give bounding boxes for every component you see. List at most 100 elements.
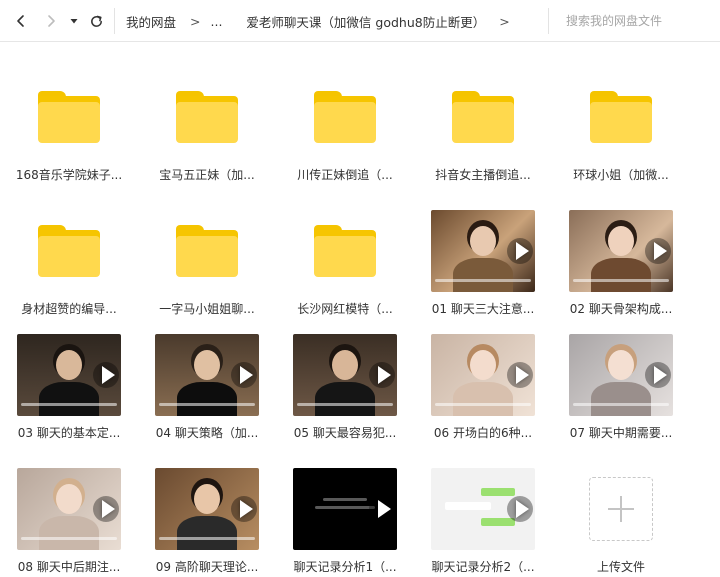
folder-thumbnail — [138, 64, 276, 170]
item-label: 上传文件 — [596, 560, 645, 574]
folder-item[interactable]: 一字马小姐姐聊... — [138, 198, 276, 328]
video-thumbnail-wrap — [138, 322, 276, 428]
video-thumbnail — [569, 334, 673, 416]
folder-item[interactable]: 长沙网红模特（... — [276, 198, 414, 328]
play-icon — [516, 500, 529, 518]
item-label: 01 聊天三大注意... — [431, 302, 535, 316]
folder-item[interactable]: 身材超赞的编导... — [0, 198, 138, 328]
play-icon — [240, 500, 253, 518]
item-label: 长沙网红模特（... — [297, 302, 393, 316]
video-file-item[interactable]: 06 开场白的6种... — [414, 322, 552, 452]
breadcrumb-ellipsis[interactable]: ... — [211, 14, 223, 29]
item-label: 05 聊天最容易犯... — [293, 426, 397, 440]
video-file-item[interactable]: 07 聊天中期需要... — [552, 322, 690, 452]
play-icon — [102, 500, 115, 518]
item-label: 03 聊天的基本定... — [17, 426, 121, 440]
video-thumbnail — [431, 468, 535, 550]
upload-box — [589, 477, 653, 541]
play-icon — [240, 366, 253, 384]
video-thumbnail-wrap — [552, 322, 690, 428]
folder-icon — [590, 91, 652, 143]
item-label: 168音乐学院妹子... — [15, 168, 123, 182]
video-thumbnail-wrap — [414, 322, 552, 428]
item-label: 川传正妹倒追（... — [297, 168, 393, 182]
toolbar: 我的网盘 > ... 爱老师聊天课（加微信 godhu8防止断更） > — [0, 0, 720, 42]
breadcrumb-current-folder[interactable]: 爱老师聊天课（加微信 godhu8防止断更） — [246, 12, 485, 31]
back-button[interactable] — [9, 9, 33, 33]
folder-thumbnail — [0, 64, 138, 170]
video-file-item[interactable]: 01 聊天三大注意... — [414, 198, 552, 328]
item-label: 09 高阶聊天理论... — [155, 560, 259, 574]
folder-item[interactable]: 宝马五正妹（加... — [138, 64, 276, 194]
folder-item[interactable]: 抖音女主播倒追... — [414, 64, 552, 194]
video-thumbnail — [431, 210, 535, 292]
breadcrumb: 我的网盘 > ... 爱老师聊天课（加微信 godhu8防止断更） > — [126, 0, 510, 42]
play-icon — [378, 366, 391, 384]
history-dropdown-button[interactable] — [65, 9, 83, 33]
upload-file-button[interactable]: 上传文件 — [552, 456, 690, 577]
video-thumbnail — [17, 468, 121, 550]
folder-icon — [38, 225, 100, 277]
chevron-right-icon — [48, 15, 55, 27]
folder-thumbnail — [138, 198, 276, 304]
video-file-item[interactable]: 05 聊天最容易犯... — [276, 322, 414, 452]
item-label: 身材超赞的编导... — [21, 302, 117, 316]
video-thumbnail-wrap — [276, 456, 414, 562]
play-icon — [516, 366, 529, 384]
folder-item[interactable]: 环球小姐（加微... — [552, 64, 690, 194]
video-thumbnail-wrap — [414, 198, 552, 304]
folder-icon — [176, 91, 238, 143]
item-label: 04 聊天策略（加... — [155, 426, 259, 440]
play-icon — [378, 500, 391, 518]
chevron-left-icon — [17, 15, 24, 27]
breadcrumb-root[interactable]: 我的网盘 — [126, 12, 176, 31]
item-label: 抖音女主播倒追... — [435, 168, 531, 182]
caret-down-icon — [70, 19, 78, 24]
video-file-item[interactable]: 聊天记录分析1（... — [276, 456, 414, 577]
video-file-item[interactable]: 04 聊天策略（加... — [138, 322, 276, 452]
folder-thumbnail — [0, 198, 138, 304]
toolbar-divider — [114, 8, 115, 34]
video-thumbnail-wrap — [552, 198, 690, 304]
breadcrumb-separator: > — [499, 13, 510, 29]
folder-thumbnail — [414, 64, 552, 170]
folder-icon — [314, 225, 376, 277]
video-file-item[interactable]: 09 高阶聊天理论... — [138, 456, 276, 577]
video-file-item[interactable]: 聊天记录分析2（... — [414, 456, 552, 577]
item-label: 08 聊天中后期注... — [17, 560, 121, 574]
video-thumbnail — [155, 334, 259, 416]
folder-thumbnail — [276, 198, 414, 304]
folder-icon — [314, 91, 376, 143]
folder-icon — [38, 91, 100, 143]
video-file-item[interactable]: 08 聊天中后期注... — [0, 456, 138, 577]
item-label: 02 聊天骨架构成... — [569, 302, 673, 316]
folder-icon — [176, 225, 238, 277]
video-thumbnail — [155, 468, 259, 550]
folder-icon — [452, 91, 514, 143]
video-thumbnail — [293, 334, 397, 416]
folder-thumbnail — [276, 64, 414, 170]
video-file-item[interactable]: 02 聊天骨架构成... — [552, 198, 690, 328]
video-thumbnail-wrap — [0, 322, 138, 428]
folder-item[interactable]: 168音乐学院妹子... — [0, 64, 138, 194]
video-thumbnail — [569, 210, 673, 292]
video-thumbnail-wrap — [276, 322, 414, 428]
play-icon — [654, 366, 667, 384]
search-input[interactable] — [556, 7, 714, 35]
video-thumbnail-wrap — [0, 456, 138, 562]
video-thumbnail-wrap — [138, 456, 276, 562]
refresh-button[interactable] — [84, 9, 108, 33]
video-thumbnail — [431, 334, 535, 416]
item-label: 聊天记录分析2（... — [431, 560, 535, 574]
video-file-item[interactable]: 03 聊天的基本定... — [0, 322, 138, 452]
item-label: 聊天记录分析1（... — [293, 560, 397, 574]
item-label: 一字马小姐姐聊... — [159, 302, 255, 316]
video-thumbnail — [17, 334, 121, 416]
file-grid: 168音乐学院妹子... 宝马五正妹（加... 川传正妹倒追（... 抖音女主播倒追.… — [0, 42, 720, 577]
item-label: 宝马五正妹（加... — [159, 168, 255, 182]
video-thumbnail — [293, 468, 397, 550]
folder-item[interactable]: 川传正妹倒追（... — [276, 64, 414, 194]
plus-icon — [608, 496, 634, 522]
forward-button[interactable] — [39, 9, 63, 33]
play-icon — [654, 242, 667, 260]
